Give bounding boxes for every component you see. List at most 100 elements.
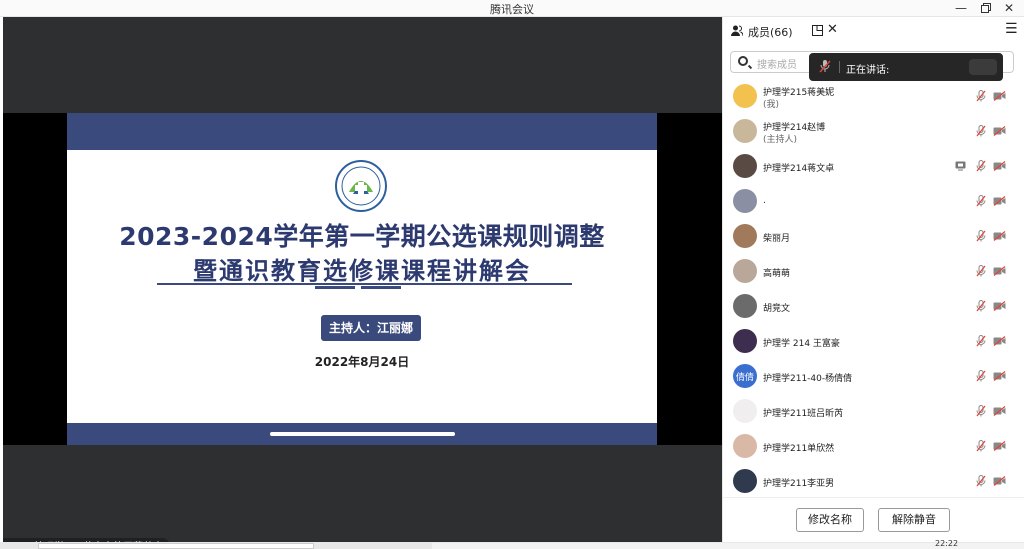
slide-title-line2: 暨通识教育选修课课程讲解会	[193, 257, 531, 285]
members-title: 成员(66)	[748, 26, 793, 39]
mic-muted-icon[interactable]	[976, 160, 986, 172]
slide-title-line1: 2023-2024学年第一学期公选课规则调整	[119, 222, 605, 251]
photo-avatar	[733, 189, 757, 213]
photo-avatar	[733, 154, 757, 178]
member-name: 胡竞文	[763, 304, 791, 314]
member-row[interactable]: 护理学 214 王富豪	[723, 324, 1024, 359]
camera-off-icon[interactable]	[993, 371, 1006, 381]
underline-accent-left	[315, 286, 355, 289]
search-placeholder: 搜索成员	[757, 60, 797, 71]
members-panel-header: 成员(66) ✕ ☰	[723, 17, 1024, 45]
member-row[interactable]: 高萌萌	[723, 254, 1024, 289]
taskbar-strip: 22:22	[0, 539, 1024, 549]
rename-button[interactable]: 修改名称	[796, 508, 864, 532]
camera-off-icon[interactable]	[993, 476, 1006, 486]
member-name: 高萌萌	[763, 269, 791, 279]
camera-off-icon[interactable]	[993, 441, 1006, 451]
school-logo-icon	[335, 160, 387, 212]
camera-off-icon[interactable]	[993, 126, 1006, 136]
member-row[interactable]: 护理学214赵博 (主持人)	[723, 114, 1024, 149]
screen-share-icon	[955, 161, 966, 171]
dog-avatar	[733, 119, 757, 143]
camera-off-icon[interactable]	[993, 231, 1006, 241]
speaking-tooltip: 正在讲话:	[809, 53, 1003, 81]
camera-off-icon[interactable]	[993, 196, 1006, 206]
member-row[interactable]: 护理学215蒋美妮 (我)	[723, 79, 1024, 114]
underline-accent-right	[361, 286, 401, 289]
member-row[interactable]: 柴丽月	[723, 219, 1024, 254]
members-icon	[731, 25, 743, 36]
member-row[interactable]: 护理学211单欣然	[723, 429, 1024, 464]
camera-off-icon[interactable]	[993, 161, 1006, 171]
photo-avatar	[733, 434, 757, 458]
member-row[interactable]: 护理学214蒋文卓	[723, 149, 1024, 184]
divider	[839, 61, 840, 73]
photo-avatar	[733, 469, 757, 493]
minimize-icon[interactable]: —	[950, 0, 972, 16]
speaker-avatar-placeholder	[969, 59, 997, 75]
window-title: 腾讯会议	[490, 3, 534, 16]
text-avatar: 倩倩	[733, 364, 757, 388]
shared-screen-view[interactable]: 2023-2024学年第一学期公选课规则调整 暨通识教育选修课课程讲解会 主持人…	[3, 17, 722, 549]
title-bar: 腾讯会议 — ✕	[0, 0, 1024, 17]
meeting-window: 腾讯会议 — ✕ 2023-2024学年第一学期公选课规则调整 暨通识教育选修课…	[0, 0, 1024, 549]
member-role: (我)	[763, 100, 780, 110]
member-name: 护理学211-40-杨倩倩	[763, 374, 853, 384]
close-icon[interactable]: ✕	[998, 0, 1020, 16]
mic-muted-icon[interactable]	[976, 300, 986, 312]
member-row[interactable]: 倩倩 护理学211-40-杨倩倩	[723, 359, 1024, 394]
member-name: 柴丽月	[763, 234, 791, 244]
slide-footer-band	[67, 423, 657, 445]
mic-muted-icon[interactable]	[976, 440, 986, 452]
search-icon	[738, 56, 748, 66]
taskbar-item[interactable]	[38, 543, 314, 549]
mic-muted-icon[interactable]	[976, 475, 986, 487]
menu-icon[interactable]: ☰	[1005, 21, 1018, 37]
member-name: 护理学 214 王富豪	[763, 339, 840, 349]
member-row[interactable]: 胡竞文	[723, 289, 1024, 324]
member-name: 护理学211单欣然	[763, 444, 835, 454]
photo-avatar	[733, 294, 757, 318]
member-role: (主持人)	[763, 135, 798, 145]
camera-off-icon[interactable]	[993, 301, 1006, 311]
member-name: 护理学211李亚男	[763, 479, 835, 489]
mic-muted-icon[interactable]	[976, 230, 986, 242]
member-name: .	[763, 196, 766, 206]
members-panel: 成员(66) ✕ ☰ 搜索成员 护理学215蒋美妮 (我) 护理学214赵博 (…	[722, 17, 1024, 542]
mic-muted-icon[interactable]	[976, 90, 986, 102]
restore-icon[interactable]	[975, 0, 997, 16]
photo-avatar	[733, 224, 757, 248]
members-footer: 修改名称 解除静音	[723, 497, 1024, 542]
member-row[interactable]: .	[723, 184, 1024, 219]
camera-off-icon[interactable]	[993, 266, 1006, 276]
presentation-slide: 2023-2024学年第一学期公选课规则调整 暨通识教育选修课课程讲解会 主持人…	[67, 113, 657, 445]
photo-avatar	[733, 329, 757, 353]
taskbar-time: 22:22	[935, 539, 959, 548]
popout-icon[interactable]	[812, 25, 823, 36]
mic-muted-icon[interactable]	[976, 265, 986, 277]
close-panel-icon[interactable]: ✕	[827, 22, 838, 37]
camera-off-icon[interactable]	[993, 336, 1006, 346]
unmute-button[interactable]: 解除静音	[878, 508, 950, 532]
slide-date: 2022年8月24日	[314, 355, 410, 369]
footer-pill	[270, 432, 455, 436]
title-underline	[157, 283, 572, 285]
speaking-label: 正在讲话:	[846, 65, 890, 76]
camera-off-icon[interactable]	[993, 91, 1006, 101]
mic-muted-icon[interactable]	[976, 370, 986, 382]
cartoon-avatar	[733, 399, 757, 423]
host-badge: 主持人：江丽娜	[321, 315, 421, 341]
photo-avatar	[733, 259, 757, 283]
cartoon-avatar	[733, 84, 757, 108]
mic-muted-icon[interactable]	[976, 335, 986, 347]
mic-muted-icon[interactable]	[976, 405, 986, 417]
mic-muted-icon[interactable]	[976, 195, 986, 207]
member-row[interactable]: 护理学211李亚男	[723, 464, 1024, 499]
camera-off-icon[interactable]	[993, 406, 1006, 416]
member-name: 护理学214蒋文卓	[763, 164, 835, 174]
member-name: 护理学211班吕昕芮	[763, 409, 844, 419]
member-list: 护理学215蒋美妮 (我) 护理学214赵博 (主持人) 护理学214蒋文卓 .	[723, 79, 1024, 499]
mic-muted-icon[interactable]	[976, 125, 986, 137]
member-row[interactable]: 护理学211班吕昕芮	[723, 394, 1024, 429]
slide-header-band	[67, 113, 657, 150]
